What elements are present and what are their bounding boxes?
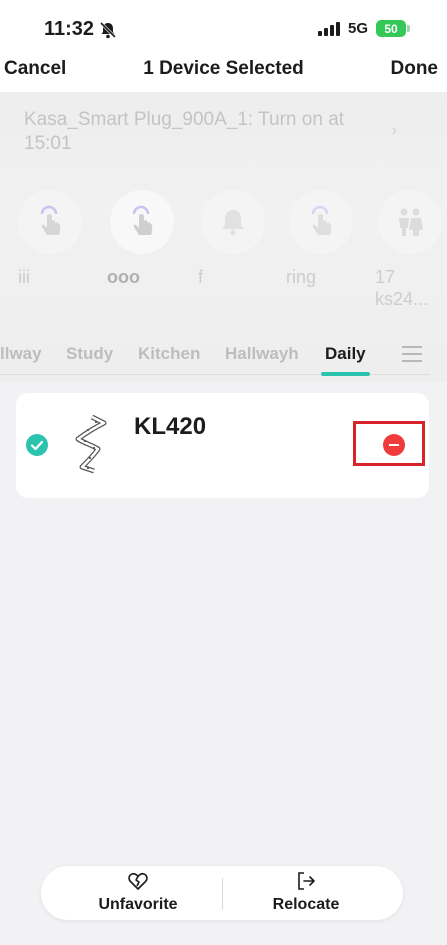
battery-indicator: 50 [376,20,410,37]
device-card[interactable]: KL420 [16,393,429,498]
dimmed-content: Kasa_Smart Plug_900A_1: Turn on at 15:01… [0,92,447,382]
menu-icon[interactable] [402,346,422,362]
shortcut-label: 17 ks24... [375,267,429,309]
action-divider [222,878,223,910]
relocate-label: Relocate [272,896,340,913]
shortcut-family [378,190,442,254]
broken-heart-icon [128,873,148,890]
network-label: 5G [348,20,369,37]
done-button[interactable]: Done [391,58,439,80]
shortcut-tap-1 [18,190,82,254]
bottom-action-bar: Unfavorite Relocate [41,866,403,920]
shortcut-label: ooo [107,267,140,287]
tap-hand-icon [40,205,61,235]
room-tabs: llway Study Kitchen Hallwayh Daily [0,342,447,378]
light-strip-icon [75,414,107,474]
bell-slash-icon [99,21,117,39]
relocate-button[interactable]: Relocate [231,870,381,914]
relocate-icon [298,872,315,890]
shortcut-label: f [198,267,204,287]
family-icon [399,208,423,236]
tap-hand-icon [311,205,332,235]
status-time: 11:32 [44,18,95,40]
unfavorite-label: Unfavorite [98,896,178,913]
chevron-right-icon: › [391,122,397,139]
status-bar: 11:32 5G 50 [0,0,447,52]
tab-hallway[interactable]: llway [0,344,42,364]
device-name: KL420 [134,413,207,440]
tab-kitchen[interactable]: Kitchen [138,344,200,364]
active-tab-indicator [321,372,370,376]
remove-button[interactable] [383,434,405,456]
unfavorite-button[interactable]: Unfavorite [63,870,213,914]
nav-bar: Cancel 1 Device Selected Done [0,52,447,92]
bell-icon [222,210,244,236]
signal-icon [318,22,340,36]
shortcut-label: iii [18,267,30,287]
routine-summary: Kasa_Smart Plug_900A_1: Turn on at 15:01 [24,109,345,154]
shortcut-bell [201,190,265,254]
tab-hallwayh[interactable]: Hallwayh [225,344,299,364]
tab-study[interactable]: Study [66,344,113,364]
shortcut-tap-2 [110,190,174,254]
shortcut-label: ring [286,267,317,287]
page-title: 1 Device Selected [143,58,304,79]
shortcut-tap-3 [289,190,353,254]
tap-hand-icon [132,205,153,235]
checkmark-icon[interactable] [26,434,48,456]
tab-daily[interactable]: Daily [325,344,366,364]
